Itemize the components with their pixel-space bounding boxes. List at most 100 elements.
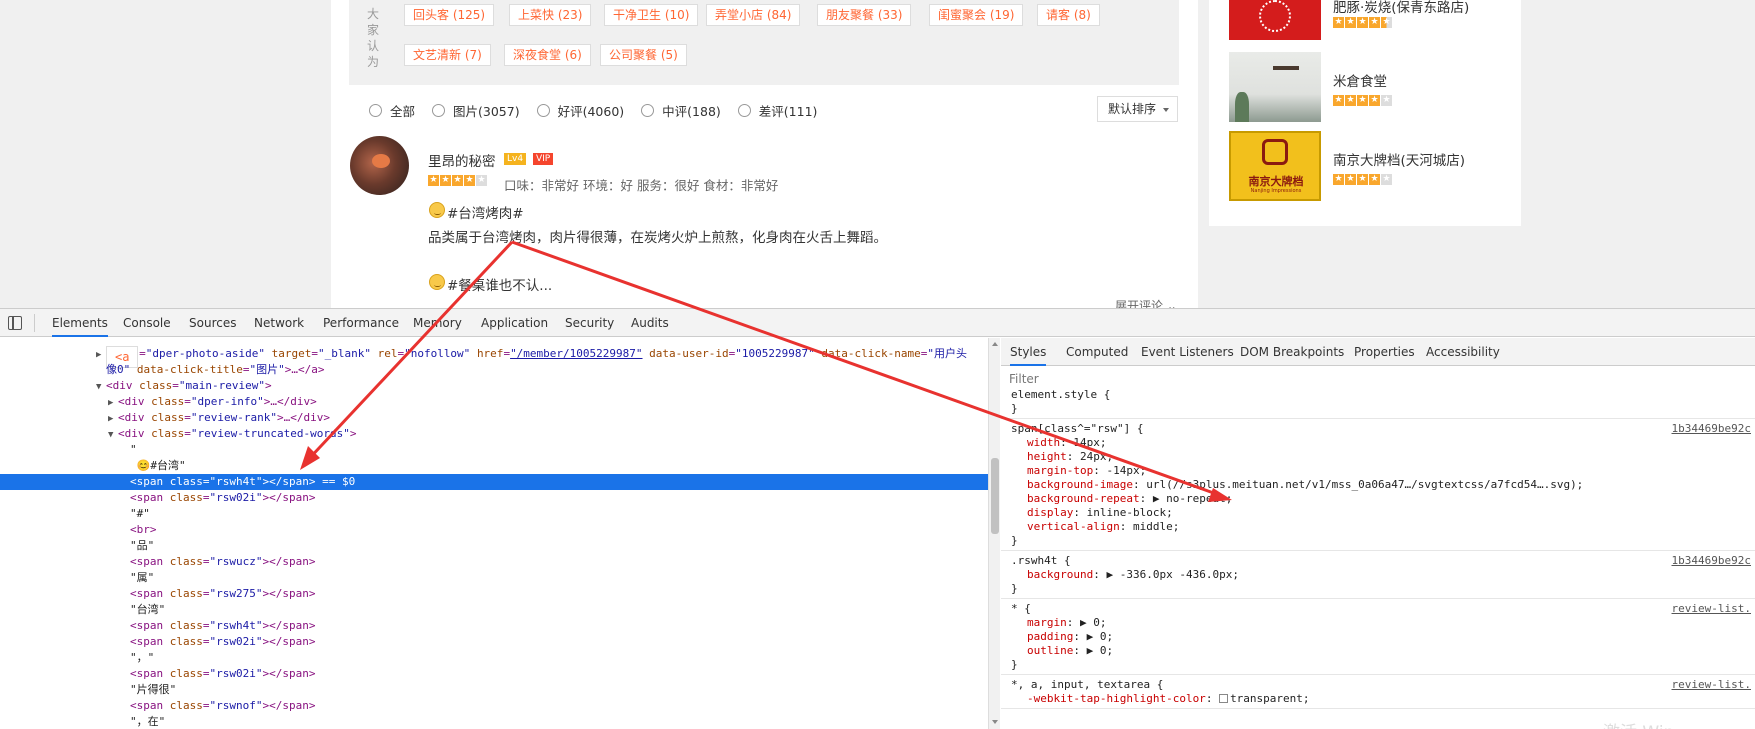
css-selector[interactable]: .rswh4t { — [1011, 554, 1071, 568]
css-source-link[interactable]: review-list. — [1672, 602, 1751, 616]
tag-item[interactable]: 公司聚餐 (5) — [600, 44, 687, 66]
elements-tree[interactable]: ▶<a class="dper-photo-aside" target="_bl… — [0, 338, 988, 729]
css-selector[interactable]: *, a, input, textarea { — [1011, 678, 1163, 692]
triangle-right-icon[interactable]: ▶ — [96, 347, 106, 363]
shop-image[interactable] — [1229, 52, 1321, 122]
dom-node-line[interactable]: ▼ <div class="review-truncated-words"> — [0, 426, 988, 442]
tab-memory[interactable]: Memory — [413, 309, 462, 337]
dom-node-line[interactable]: <span class="rsw02i"></span> — [0, 490, 988, 506]
scrollbar-thumb[interactable] — [991, 458, 999, 534]
expand-review-link[interactable]: 展开评论 ⌄ — [1115, 297, 1177, 308]
tab-event-listeners[interactable]: Event Listeners — [1141, 338, 1234, 366]
filter-all[interactable]: 全部 — [369, 101, 415, 120]
dom-node-line[interactable]: "#" — [0, 506, 988, 522]
rule-divider — [1001, 708, 1755, 709]
triangle-right-icon[interactable]: ▶ — [108, 395, 118, 411]
tag-item[interactable]: 文艺清新 (7) — [404, 44, 491, 66]
dom-node-line[interactable]: 😊#台湾" — [0, 458, 988, 474]
styles-filter-input[interactable]: Filter — [1009, 372, 1039, 386]
tab-security[interactable]: Security — [565, 309, 614, 337]
dom-node-line[interactable]: <br> — [0, 522, 988, 538]
css-declaration[interactable]: margin: ▶ 0; — [1027, 616, 1107, 630]
dom-node-line[interactable]: "，" — [0, 650, 988, 666]
tab-elements[interactable]: Elements — [52, 309, 108, 337]
scroll-down-icon[interactable] — [992, 720, 998, 724]
css-declaration[interactable]: outline: ▶ 0; — [1027, 644, 1113, 658]
tag-item[interactable]: 上菜快 (23) — [509, 4, 592, 26]
dom-node-line[interactable]: 像0" data-click-title="图片">…</a> — [0, 362, 988, 378]
tab-sources[interactable]: Sources — [189, 309, 236, 337]
filter-good[interactable]: 好评(4060) — [536, 101, 624, 120]
scroll-up-icon[interactable] — [992, 342, 998, 346]
tab-performance[interactable]: Performance — [323, 309, 399, 337]
tag-item[interactable]: 干净卫生 (10) — [604, 4, 699, 26]
css-declaration[interactable]: background-image: url(//s3plus.meituan.n… — [1027, 478, 1583, 492]
tab-network[interactable]: Network — [254, 309, 304, 337]
css-declaration[interactable]: background-repeat: ▶ no-repeat; — [1027, 492, 1232, 506]
shop-image[interactable]: 南京大牌档 Nanjing Impressions — [1229, 131, 1321, 201]
tab-console[interactable]: Console — [123, 309, 171, 337]
dom-node-line[interactable]: " — [0, 442, 988, 458]
tab-properties[interactable]: Properties — [1354, 338, 1415, 366]
css-declaration[interactable]: -webkit-tap-highlight-color: transparent… — [1027, 692, 1310, 706]
css-selector[interactable]: span[class^="rsw"] { — [1011, 422, 1143, 436]
dom-node-line[interactable]: "台湾" — [0, 602, 988, 618]
css-declaration[interactable]: vertical-align: middle; — [1027, 520, 1179, 534]
tag-item[interactable]: 深夜食堂 (6) — [504, 44, 591, 66]
filter-medium[interactable]: 中评(188) — [641, 101, 721, 120]
color-swatch-icon[interactable] — [1219, 694, 1229, 703]
triangle-down-icon[interactable]: ▼ — [108, 427, 118, 443]
dom-node-line[interactable]: "属" — [0, 570, 988, 586]
css-selector[interactable]: element.style { — [1011, 388, 1110, 402]
css-source-link[interactable]: 1b34469be92c — [1672, 554, 1751, 568]
tab-computed[interactable]: Computed — [1066, 338, 1128, 366]
dom-node-line[interactable]: <span class="rswucz"></span> — [0, 554, 988, 570]
css-selector[interactable]: * { — [1011, 602, 1031, 616]
dom-node-line[interactable]: ▶ <div class="review-rank">…</div> — [0, 410, 988, 426]
shop-image[interactable] — [1229, 0, 1321, 40]
tab-application[interactable]: Application — [481, 309, 548, 337]
tab-styles[interactable]: Styles — [1010, 338, 1047, 366]
shop-name[interactable]: 米倉食堂 — [1333, 70, 1387, 90]
filter-photos[interactable]: 图片(3057) — [432, 101, 520, 120]
tag-item[interactable]: 闺蜜聚会 (19) — [929, 4, 1024, 26]
triangle-down-icon[interactable]: ▼ — [96, 379, 106, 395]
sort-dropdown[interactable]: 默认排序 — [1097, 96, 1178, 122]
css-source-link[interactable]: review-list. — [1672, 678, 1751, 692]
dom-node-line[interactable]: <span class="rsw02i"></span> — [0, 666, 988, 682]
css-declaration[interactable]: margin-top: -14px; — [1027, 464, 1146, 478]
dom-node-line[interactable]: <span class="rswnof"></span> — [0, 698, 988, 714]
user-name[interactable]: 里昂的秘密 — [428, 150, 496, 170]
tag-item[interactable]: 请客 (8) — [1037, 4, 1100, 26]
dom-node-line[interactable]: ▶ <div class="dper-info">…</div> — [0, 394, 988, 410]
dom-node-line[interactable]: ▶<a class="dper-photo-aside" target="_bl… — [0, 346, 988, 368]
filter-bad[interactable]: 差评(111) — [737, 101, 817, 120]
dom-node-selected[interactable]: <span class="rswh4t"></span> == $0 — [0, 474, 988, 490]
elements-scrollbar[interactable] — [988, 338, 1000, 729]
triangle-right-icon[interactable]: ▶ — [108, 411, 118, 427]
tab-dom-breakpoints[interactable]: DOM Breakpoints — [1240, 338, 1344, 366]
dom-node-line[interactable]: <span class="rsw275"></span> — [0, 586, 988, 602]
tab-accessibility[interactable]: Accessibility — [1426, 338, 1500, 366]
shop-name[interactable]: 南京大牌档(天河城店) — [1333, 149, 1465, 169]
css-declaration[interactable]: background: ▶ -336.0px -436.0px; — [1027, 568, 1239, 582]
css-declaration[interactable]: width: 14px; — [1027, 436, 1107, 450]
dom-node-line[interactable]: "品" — [0, 538, 988, 554]
dom-node-line[interactable]: <span class="rsw02i"></span> — [0, 634, 988, 650]
device-toggle-icon[interactable] — [8, 316, 22, 330]
dom-node-line[interactable]: "片得很" — [0, 682, 988, 698]
css-declaration[interactable]: display: inline-block; — [1027, 506, 1173, 520]
tab-audits[interactable]: Audits — [631, 309, 669, 337]
css-declaration[interactable]: padding: ▶ 0; — [1027, 630, 1113, 644]
tag-item[interactable]: 回头客 (125) — [404, 4, 495, 26]
dom-node-line[interactable]: "，在" — [0, 714, 988, 729]
tag-item[interactable]: 朋友聚餐 (33) — [817, 4, 912, 26]
tag-item[interactable]: 弄堂小店 (84) — [706, 4, 801, 26]
shop-name[interactable]: 肥豚·炭烧(保青东路店) — [1333, 0, 1469, 16]
dom-node-line[interactable]: ▼ <div class="main-review"> — [0, 378, 988, 394]
css-declaration[interactable]: height: 24px; — [1027, 450, 1113, 464]
shop-rating-stars: ★ ★ ★ ★ ★ — [1333, 95, 1393, 106]
css-source-link[interactable]: 1b34469be92c — [1672, 422, 1751, 436]
dom-node-line[interactable]: <span class="rswh4t"></span> — [0, 618, 988, 634]
avatar[interactable] — [350, 136, 409, 195]
